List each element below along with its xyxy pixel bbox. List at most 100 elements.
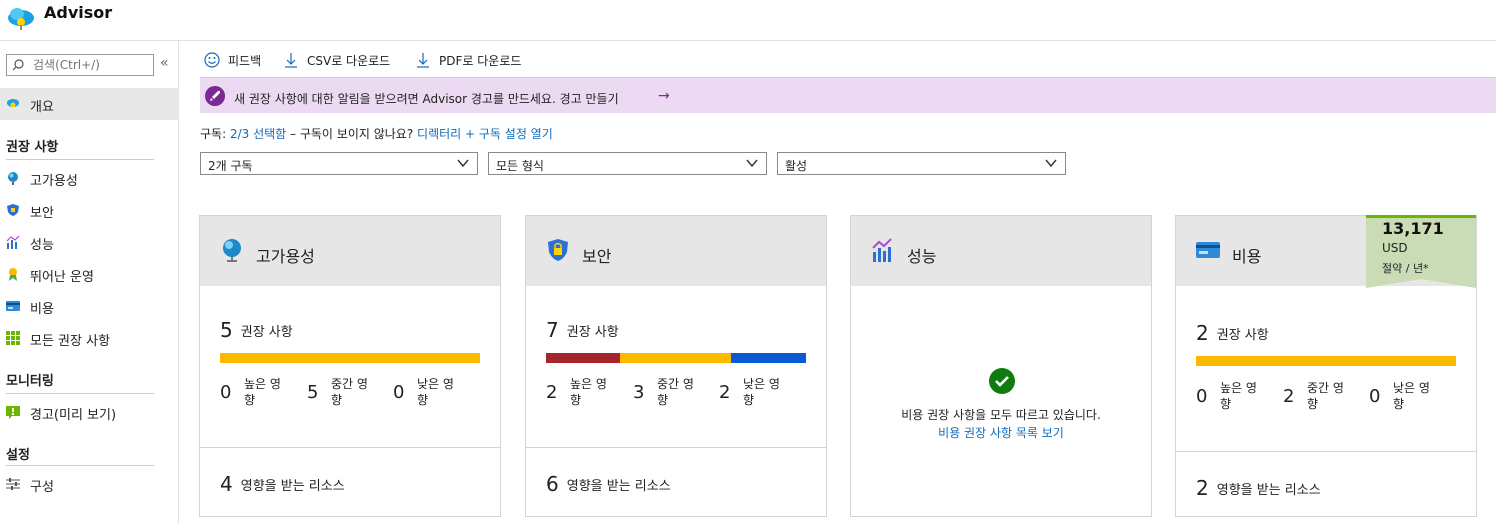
recommendation-count: 5 권장 사항: [220, 318, 293, 342]
savings-period: 절약 / 년*: [1382, 262, 1429, 275]
resource-label: 영향을 받는 리소스: [240, 478, 345, 494]
resource-label: 영향을 받는 리소스: [1216, 482, 1321, 498]
divider: [1176, 451, 1476, 452]
sidebar: « 개요 권장 사항 고가용성 보안 성능 뛰어난 운영 비용 모든 권장 사항…: [0, 41, 179, 524]
impact-label: 낮은 영향: [417, 377, 454, 407]
low-impact-stat: 2 낮은 영향: [719, 376, 809, 410]
subscription-selected-link[interactable]: 2/3 선택함: [230, 127, 286, 141]
download-pdf-button[interactable]: PDF로 다운로드: [415, 51, 535, 71]
sidebar-item-label: 모든 권장 사항: [30, 334, 111, 349]
shield-icon: [548, 239, 568, 261]
feedback-button[interactable]: 피드백: [204, 51, 274, 71]
resource-count: 6: [546, 472, 559, 496]
low-impact-stat: 0 낮은 영향: [393, 376, 483, 410]
toolbar-label: PDF로 다운로드: [439, 54, 522, 68]
cost-card[interactable]: 비용 13,171 USD 절약 / 년* 2 권장 사항 0 높은 영향 2 중간 …: [1175, 215, 1477, 517]
sidebar-item-security[interactable]: 보안: [0, 194, 178, 226]
sliders-icon: [6, 478, 20, 490]
sidebar-item-label: 뛰어난 운영: [30, 270, 94, 285]
status-filter-value: 활성: [785, 159, 808, 173]
high-impact-stat: 0 높은 영향: [1196, 380, 1286, 414]
arrow-right-icon: →: [658, 88, 670, 104]
sidebar-item-alerts[interactable]: 경고(미리 보기): [0, 396, 178, 428]
sidebar-item-operational-excellence[interactable]: 뛰어난 운영: [0, 258, 178, 290]
type-filter[interactable]: 모든 형식: [488, 152, 767, 175]
impact-label: 높은 영향: [570, 377, 607, 407]
recommendation-count: 2 권장 사항: [1196, 321, 1269, 345]
card-title: 고가용성: [256, 247, 315, 266]
credit-card-icon: [6, 301, 20, 311]
impact-number: 2: [1283, 386, 1295, 407]
recommendation-count: 7 권장 사항: [546, 318, 619, 342]
impact-bar: [220, 353, 480, 363]
search-input[interactable]: [33, 56, 151, 74]
security-card[interactable]: 보안 7 권장 사항 2 높은 영향 3 중간 영향 2 낮은 영향 6 영향을 받는 리…: [525, 215, 827, 517]
card-title: 보안: [582, 247, 612, 266]
card-header: 고가용성: [200, 216, 500, 286]
medium-impact-stat: 3 중간 영향: [633, 376, 723, 410]
toolbar-label: CSV로 다운로드: [307, 54, 391, 68]
high-impact-stat: 0 높은 영향: [220, 376, 310, 410]
high-impact-segment: [546, 353, 620, 363]
credit-card-icon: [1196, 242, 1220, 258]
count-label: 권장 사항: [566, 324, 619, 340]
banner-text: 새 권장 사항에 대한 알림을 받으려면 Advisor 경고를 만드세요. 경…: [234, 92, 619, 106]
sidebar-item-availability[interactable]: 고가용성: [0, 162, 178, 194]
impact-bar: [1196, 356, 1456, 366]
performance-card[interactable]: 성능 비용 권장 사항을 모두 따르고 있습니다. 비용 권장 사항 목록 보기: [850, 215, 1152, 517]
impact-number: 2: [719, 382, 731, 403]
top-bar: Advisor: [0, 0, 1496, 41]
count-number: 2: [1196, 321, 1209, 345]
download-icon: [285, 53, 297, 68]
impact-number: 5: [307, 382, 319, 403]
toolbar-label: 피드백: [228, 54, 262, 68]
chevron-down-icon: [1045, 159, 1057, 168]
globe-icon: [8, 172, 18, 185]
advisor-logo-icon: [8, 8, 34, 30]
sidebar-item-label: 고가용성: [30, 174, 78, 189]
sidebar-item-label: 경고(미리 보기): [30, 408, 117, 423]
savings-panel: 13,171 USD 절약 / 년*: [1366, 215, 1476, 288]
count-label: 권장 사항: [240, 324, 293, 340]
medium-impact-segment: [1196, 356, 1456, 366]
search-icon: [12, 59, 24, 71]
collapse-sidebar-button[interactable]: «: [160, 55, 169, 71]
sidebar-item-all-recommendations[interactable]: 모든 권장 사항: [0, 322, 178, 354]
sidebar-item-performance[interactable]: 성능: [0, 226, 178, 258]
card-title: 성능: [907, 247, 937, 266]
shield-icon: [7, 204, 19, 216]
sidebar-item-overview[interactable]: 개요: [0, 88, 178, 120]
performance-chart-icon: [6, 235, 20, 249]
subscription-filter[interactable]: 2개 구독: [200, 152, 478, 175]
chevron-down-icon: [457, 159, 469, 168]
divider: [6, 393, 154, 394]
checkmark-circle-icon: [989, 368, 1015, 394]
download-csv-button[interactable]: CSV로 다운로드: [283, 51, 403, 71]
count-number: 7: [546, 318, 559, 342]
high-impact-stat: 2 높은 영향: [546, 376, 636, 410]
low-impact-segment: [731, 353, 806, 363]
resource-count: 4: [220, 472, 233, 496]
subscription-line: 구독: 2/3 선택함 – 구독이 보이지 않나요? 디렉터리 + 구독 설정 …: [200, 125, 553, 142]
affected-resources: 2 영향을 받는 리소스: [1196, 476, 1321, 500]
search-box[interactable]: [6, 54, 154, 76]
sidebar-item-configuration[interactable]: 구성: [0, 468, 178, 500]
subscription-label: 구독:: [200, 127, 227, 141]
directory-settings-link[interactable]: 디렉터리 + 구독 설정 열기: [417, 127, 553, 141]
download-icon: [417, 53, 429, 68]
card-header: 보안: [526, 216, 826, 286]
impact-label: 중간 영향: [657, 377, 694, 407]
availability-card[interactable]: 고가용성 5 권장 사항 0 높은 영향 5 중간 영향 0 낮은 영향 4 영향을 받는…: [199, 215, 501, 517]
chevron-down-icon: [746, 159, 758, 168]
main-content: 피드백 CSV로 다운로드 PDF로 다운로드 새 권장 사항에 대한 알림을 …: [180, 41, 1496, 524]
impact-bar: [546, 353, 806, 363]
alert-banner[interactable]: 새 권장 사항에 대한 알림을 받으려면 Advisor 경고를 만드세요. 경…: [200, 77, 1496, 113]
status-filter[interactable]: 활성: [777, 152, 1066, 175]
impact-number: 0: [220, 382, 232, 403]
sidebar-item-label: 보안: [30, 206, 54, 221]
impact-number: 0: [1196, 386, 1208, 407]
medium-impact-stat: 2 중간 영향: [1283, 380, 1373, 414]
card-title: 비용: [1232, 247, 1262, 266]
view-cost-recommendations-link[interactable]: 비용 권장 사항 목록 보기: [851, 424, 1151, 441]
sidebar-item-cost[interactable]: 비용: [0, 290, 178, 322]
